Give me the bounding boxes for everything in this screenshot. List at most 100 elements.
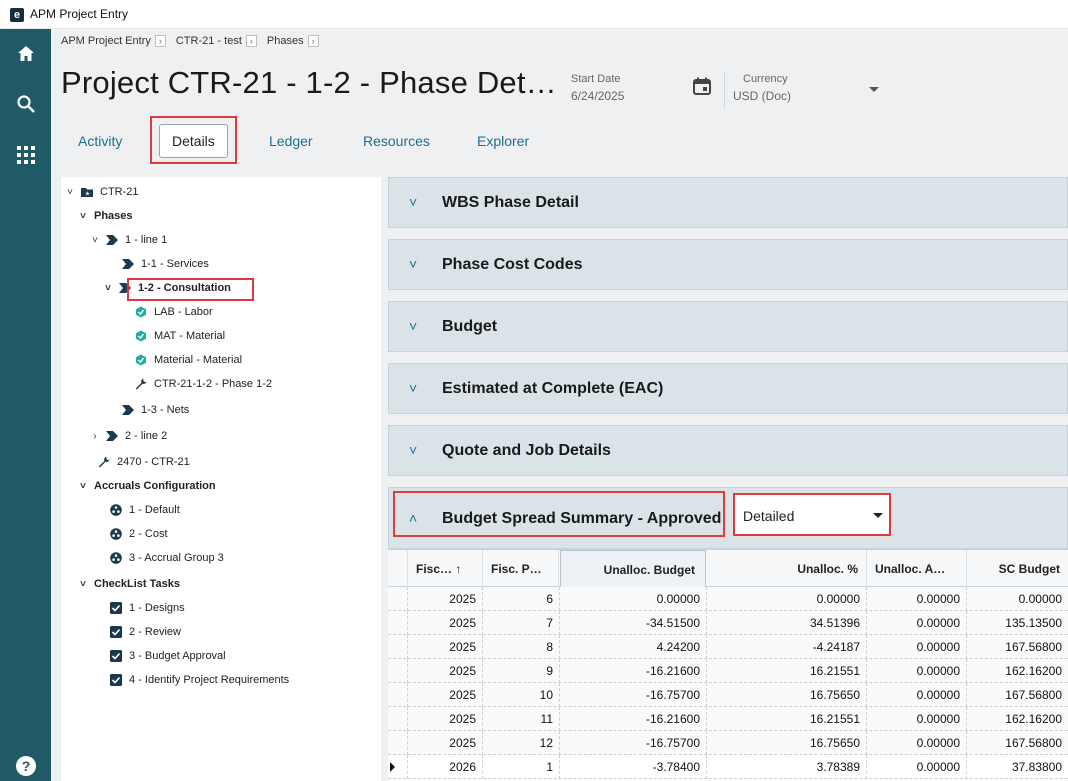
chevron-down-icon[interactable]: ˅ bbox=[409, 194, 417, 210]
column-header-unalloc-budget[interactable]: Unalloc. Budget bbox=[560, 550, 706, 588]
table-cell[interactable]: 2025 bbox=[408, 635, 483, 659]
help-icon[interactable]: ? bbox=[13, 753, 39, 779]
row-indicator[interactable] bbox=[388, 755, 408, 779]
tab-explorer[interactable]: Explorer bbox=[477, 125, 529, 157]
table-cell[interactable]: -34.51500 bbox=[560, 611, 707, 635]
breadcrumb-item[interactable]: Phases bbox=[267, 35, 304, 47]
table-cell[interactable]: -4.24187 bbox=[707, 635, 867, 659]
table-cell[interactable]: 162.16200 bbox=[967, 659, 1068, 683]
tree-node-cost-code[interactable]: Material - Material bbox=[135, 354, 242, 366]
chevron-down-icon[interactable]: ˅ bbox=[78, 579, 88, 590]
tree-node-task[interactable]: 2470 - CTR-21 bbox=[98, 456, 190, 468]
table-cell[interactable]: 6 bbox=[483, 587, 560, 611]
chevron-down-icon[interactable]: ˅ bbox=[409, 318, 417, 334]
table-cell[interactable]: 9 bbox=[483, 659, 560, 683]
tree-node-phase[interactable]: 1-1 - Services bbox=[122, 258, 209, 270]
table-row[interactable]: 2026 1 -3.78400 3.78389 0.00000 37.83800 bbox=[388, 755, 1068, 779]
table-cell[interactable]: 16.21551 bbox=[707, 707, 867, 731]
table-cell[interactable]: 16.75650 bbox=[707, 731, 867, 755]
chevron-right-icon[interactable]: › bbox=[245, 35, 257, 47]
table-cell[interactable]: 16.21551 bbox=[707, 659, 867, 683]
home-icon[interactable] bbox=[13, 41, 39, 67]
table-cell[interactable]: 2025 bbox=[408, 659, 483, 683]
calendar-icon[interactable] bbox=[692, 76, 712, 96]
tree-node-accruals[interactable]: ˅ Accruals Configuration bbox=[78, 480, 216, 492]
table-cell[interactable]: 0.00000 bbox=[867, 587, 967, 611]
table-cell[interactable]: 0.00000 bbox=[867, 731, 967, 755]
start-date-field[interactable]: 6/24/2025 bbox=[571, 89, 624, 103]
table-cell[interactable]: 167.56800 bbox=[967, 683, 1068, 707]
chevron-right-icon[interactable]: › bbox=[90, 431, 100, 442]
row-indicator[interactable] bbox=[388, 683, 408, 707]
tree-node-cost-code[interactable]: LAB - Labor bbox=[135, 306, 213, 318]
column-header-fiscal-period[interactable]: Fisc. P… bbox=[483, 550, 559, 588]
tree-node-cost-code[interactable]: MAT - Material bbox=[135, 330, 225, 342]
panel-quote-and-job-details[interactable]: ˅ Quote and Job Details bbox=[388, 425, 1068, 476]
tree-node-phase[interactable]: › 2 - line 2 bbox=[90, 430, 167, 442]
chevron-down-icon[interactable]: ˅ bbox=[90, 235, 100, 246]
table-cell[interactable]: 37.83800 bbox=[967, 755, 1068, 779]
table-cell[interactable]: 2026 bbox=[408, 755, 483, 779]
chevron-down-icon[interactable]: ˅ bbox=[65, 187, 75, 198]
table-cell[interactable]: 167.56800 bbox=[967, 635, 1068, 659]
panel-estimated-at-complete[interactable]: ˅ Estimated at Complete (EAC) bbox=[388, 363, 1068, 414]
panel-wbs-phase-detail[interactable]: ˅ WBS Phase Detail bbox=[388, 177, 1068, 228]
table-row[interactable]: 2025 10 -16.75700 16.75650 0.00000 167.56800 bbox=[388, 683, 1068, 707]
column-header-sc-budget[interactable]: SC Budget bbox=[967, 550, 1068, 588]
table-cell[interactable]: -16.21600 bbox=[560, 707, 707, 731]
chevron-down-icon[interactable]: ˅ bbox=[409, 442, 417, 458]
table-cell[interactable]: 4.24200 bbox=[560, 635, 707, 659]
table-cell[interactable]: 0.00000 bbox=[867, 707, 967, 731]
row-indicator[interactable] bbox=[388, 707, 408, 731]
table-cell[interactable]: 135.13500 bbox=[967, 611, 1068, 635]
search-icon[interactable] bbox=[13, 91, 39, 117]
table-cell[interactable]: 2025 bbox=[408, 683, 483, 707]
tree-node-phase[interactable]: 1-3 - Nets bbox=[122, 404, 189, 416]
table-row[interactable]: 2025 7 -34.51500 34.51396 0.00000 135.13500 bbox=[388, 611, 1068, 635]
tree-node-task[interactable]: CTR-21-1-2 - Phase 1-2 bbox=[135, 378, 272, 390]
chevron-down-icon[interactable] bbox=[873, 513, 883, 518]
table-cell[interactable]: 0.00000 bbox=[707, 587, 867, 611]
table-cell[interactable]: 3.78389 bbox=[707, 755, 867, 779]
table-cell[interactable]: -16.21600 bbox=[560, 659, 707, 683]
row-indicator[interactable] bbox=[388, 731, 408, 755]
table-cell[interactable]: 0.00000 bbox=[867, 635, 967, 659]
table-cell[interactable]: 2025 bbox=[408, 611, 483, 635]
row-indicator[interactable] bbox=[388, 587, 408, 611]
tree-node-accrual[interactable]: 1 - Default bbox=[110, 504, 180, 516]
table-row[interactable]: 2025 8 4.24200 -4.24187 0.00000 167.56800 bbox=[388, 635, 1068, 659]
panel-phase-cost-codes[interactable]: ˅ Phase Cost Codes bbox=[388, 239, 1068, 290]
table-cell[interactable]: 7 bbox=[483, 611, 560, 635]
tree-node-checklist-task[interactable]: 1 - Designs bbox=[110, 602, 185, 614]
table-row[interactable]: 2025 9 -16.21600 16.21551 0.00000 162.16200 bbox=[388, 659, 1068, 683]
breadcrumb-item[interactable]: APM Project Entry bbox=[61, 35, 151, 47]
tree-node-checklist-task[interactable]: 3 - Budget Approval bbox=[110, 650, 226, 662]
table-cell[interactable]: 8 bbox=[483, 635, 560, 659]
tree-node-phases[interactable]: ˅ Phases bbox=[78, 210, 132, 222]
column-header-unalloc-percent[interactable]: Unalloc. % bbox=[707, 550, 867, 588]
chevron-down-icon[interactable]: ˅ bbox=[409, 380, 417, 396]
row-indicator[interactable] bbox=[388, 611, 408, 635]
table-cell[interactable]: 11 bbox=[483, 707, 560, 731]
row-indicator[interactable] bbox=[388, 635, 408, 659]
column-header-unalloc-amount[interactable]: Unalloc. A… bbox=[867, 550, 967, 588]
table-cell[interactable]: 10 bbox=[483, 683, 560, 707]
table-cell[interactable]: 2025 bbox=[408, 587, 483, 611]
apps-icon[interactable] bbox=[13, 142, 39, 168]
tree-node-project[interactable]: ˅ ★ CTR-21 bbox=[65, 186, 138, 198]
table-cell[interactable]: 2025 bbox=[408, 731, 483, 755]
table-cell[interactable]: 0.00000 bbox=[560, 587, 707, 611]
tree-node-checklist[interactable]: ˅ CheckList Tasks bbox=[78, 578, 180, 590]
column-header-fiscal-year[interactable]: Fisc… ↑ bbox=[408, 550, 483, 588]
chevron-right-icon[interactable]: › bbox=[154, 35, 166, 47]
table-row[interactable]: 2025 6 0.00000 0.00000 0.00000 0.00000 bbox=[388, 587, 1068, 611]
row-indicator[interactable] bbox=[388, 659, 408, 683]
chevron-down-icon[interactable]: ˅ bbox=[103, 283, 113, 294]
table-cell[interactable]: 0.00000 bbox=[967, 587, 1068, 611]
table-cell[interactable]: 2025 bbox=[408, 707, 483, 731]
tab-activity[interactable]: Activity bbox=[78, 125, 122, 157]
table-cell[interactable]: 16.75650 bbox=[707, 683, 867, 707]
chevron-down-icon[interactable]: ˅ bbox=[78, 481, 88, 492]
table-cell[interactable]: 162.16200 bbox=[967, 707, 1068, 731]
tree-node-phase[interactable]: ˅ 1 - line 1 bbox=[90, 234, 167, 246]
